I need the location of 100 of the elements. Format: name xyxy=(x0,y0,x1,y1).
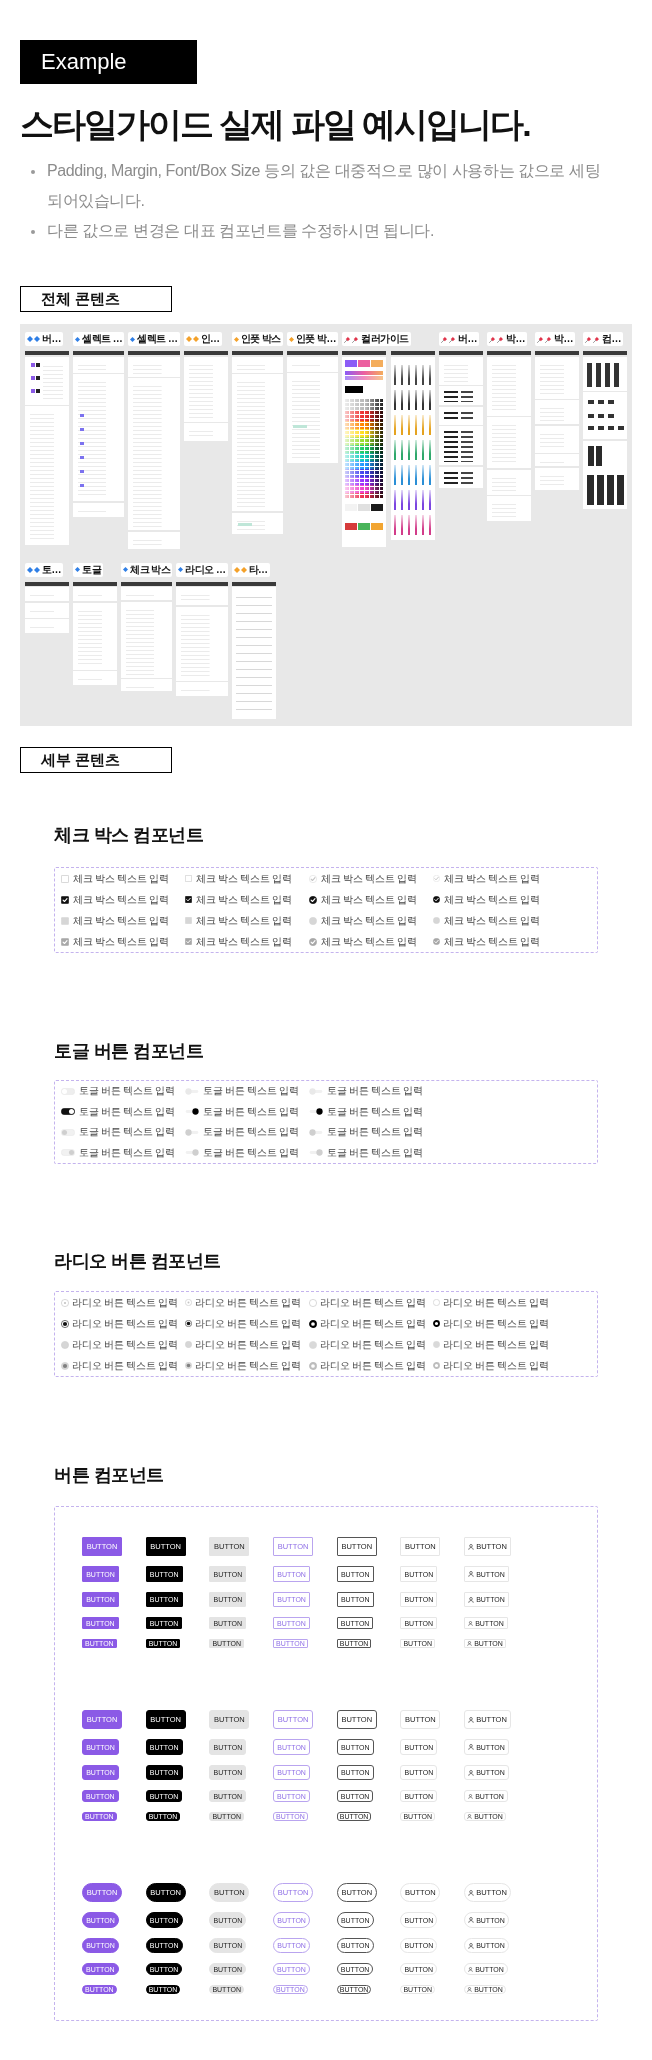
toggle-label: 토글 버튼 텍스트 입력 xyxy=(203,1105,299,1118)
section-label: 세부 콘텐츠 xyxy=(20,747,172,773)
checkbox[interactable] xyxy=(433,896,440,903)
person-icon xyxy=(468,1571,475,1577)
person-icon xyxy=(468,1793,474,1799)
toggle-label: 토글 버튼 텍스트 입력 xyxy=(79,1146,175,1159)
person-icon xyxy=(468,1917,475,1923)
toggle-label: 토글 버튼 텍스트 입력 xyxy=(203,1146,299,1159)
radio-label: 라디오 버튼 텍스트 입력 xyxy=(72,1317,178,1330)
person-icon xyxy=(468,1596,475,1603)
example-label: Example xyxy=(20,40,197,84)
section-heading: 라디오 버튼 컴포넌트 xyxy=(54,1250,222,1273)
checkbox-label: 체크 박스 텍스트 입력 xyxy=(444,872,540,885)
radio-label: 라디오 버튼 텍스트 입력 xyxy=(195,1338,301,1351)
frame-title: 버… xyxy=(42,333,61,345)
radio-label: 라디오 버튼 텍스트 입력 xyxy=(72,1338,178,1351)
frame-title: 타… xyxy=(248,563,268,576)
radio-button[interactable] xyxy=(309,1319,317,1328)
checkbox-label: 체크 박스 텍스트 입력 xyxy=(73,935,169,948)
toggle-switch[interactable] xyxy=(61,1108,75,1116)
checkbox[interactable] xyxy=(61,874,69,883)
checkbox-label: 체크 박스 텍스트 입력 xyxy=(73,872,169,885)
frame-title: 박… xyxy=(554,333,573,345)
toggle-label: 토글 버튼 텍스트 입력 xyxy=(79,1085,175,1098)
checkbox-label: 체크 박스 텍스트 입력 xyxy=(196,893,292,906)
toggle-label: 토글 버튼 텍스트 입력 xyxy=(327,1105,423,1118)
radio-button[interactable] xyxy=(185,1320,192,1327)
radio-label: 라디오 버튼 텍스트 입력 xyxy=(320,1359,426,1372)
frame-title: 박… xyxy=(506,333,525,345)
bullet-icon xyxy=(31,230,35,234)
radio-label: 라디오 버튼 텍스트 입력 xyxy=(443,1338,549,1351)
toggle-label: 토글 버튼 텍스트 입력 xyxy=(79,1126,175,1139)
person-icon xyxy=(467,1814,473,1819)
radio-label: 라디오 버튼 텍스트 입력 xyxy=(195,1296,301,1309)
checkbox[interactable] xyxy=(309,895,317,904)
toggle-label: 토글 버튼 텍스트 입력 xyxy=(79,1105,175,1118)
person-icon xyxy=(468,1543,475,1550)
person-icon xyxy=(468,1716,475,1723)
radio-button[interactable] xyxy=(433,1320,440,1327)
frame-title: 인풋 박스 xyxy=(240,333,281,345)
radio-label: 라디오 버튼 텍스트 입력 xyxy=(443,1317,549,1330)
person-icon xyxy=(468,1966,474,1972)
frame-title: 토… xyxy=(42,563,61,576)
section-label: 전체 콘텐츠 xyxy=(20,286,172,312)
toggle-label: 토글 버튼 텍스트 입력 xyxy=(203,1085,299,1098)
checkbox-label: 체크 박스 텍스트 입력 xyxy=(444,893,540,906)
toggle-label: 토글 버튼 텍스트 입력 xyxy=(327,1085,423,1098)
person-icon xyxy=(467,1987,473,1992)
radio-button[interactable] xyxy=(61,1319,69,1328)
checkbox-label: 체크 박스 텍스트 입력 xyxy=(444,914,540,927)
frame-title: 컬러가이드 xyxy=(361,333,409,345)
toggle-label: 토글 버튼 텍스트 입력 xyxy=(327,1126,423,1139)
frame-title: 토글 xyxy=(82,563,101,576)
frame-preview-drawing xyxy=(25,581,69,633)
radio-label: 라디오 버튼 텍스트 입력 xyxy=(320,1338,426,1351)
radio-label: 라디오 버튼 텍스트 입력 xyxy=(320,1296,426,1309)
radio-label: 라디오 버튼 텍스트 입력 xyxy=(320,1317,426,1330)
person-icon xyxy=(468,1744,475,1750)
checkbox-label: 체크 박스 텍스트 입력 xyxy=(196,914,292,927)
radio-label: 라디오 버튼 텍스트 입력 xyxy=(195,1317,301,1330)
toggle-label: 토글 버튼 텍스트 입력 xyxy=(203,1126,299,1139)
checkbox-label: 체크 박스 텍스트 입력 xyxy=(321,914,417,927)
radio-label: 라디오 버튼 텍스트 입력 xyxy=(72,1296,178,1309)
person-icon xyxy=(468,1942,475,1949)
frame-title: 인풋 박… xyxy=(295,333,337,345)
checkbox[interactable] xyxy=(185,875,192,882)
person-icon xyxy=(467,1641,473,1646)
bullet-icon xyxy=(31,170,35,174)
checkbox-label: 체크 박스 텍스트 입력 xyxy=(321,872,417,885)
section-heading: 버튼 컴포넌트 xyxy=(54,1464,165,1487)
checkbox-label: 체크 박스 텍스트 입력 xyxy=(73,914,169,927)
checkbox-label: 체크 박스 텍스트 입력 xyxy=(321,893,417,906)
frame-title: 체크 박스 xyxy=(130,563,171,576)
section-heading: 체크 박스 컴포넌트 xyxy=(54,824,204,847)
checkbox[interactable] xyxy=(61,895,69,904)
frame-title: 셀렉트 … xyxy=(82,333,123,345)
person-icon xyxy=(468,1620,474,1626)
radio-label: 라디오 버튼 텍스트 입력 xyxy=(72,1359,178,1372)
section-heading: 토글 버튼 컴포넌트 xyxy=(54,1040,204,1063)
frame-title: 셀렉트 … xyxy=(137,333,178,345)
checkbox[interactable] xyxy=(185,896,192,903)
radio-label: 라디오 버튼 텍스트 입력 xyxy=(443,1359,549,1372)
note-text: Padding, Margin, Font/Box Size 등의 값은 대중적으로 많이 사용하는 값으로 세팅 되어있습니다. xyxy=(47,161,602,211)
toggle-switch[interactable] xyxy=(185,1108,199,1116)
page-title: 스타일가이드 실제 파일 예시입니다. xyxy=(20,104,531,145)
checkbox-label: 체크 박스 텍스트 입력 xyxy=(444,935,540,948)
checkbox-label: 체크 박스 텍스트 입력 xyxy=(196,935,292,948)
checkbox-label: 체크 박스 텍스트 입력 xyxy=(321,935,417,948)
frame-title: 버… xyxy=(458,333,477,345)
note-text: 다른 값으로 변경은 대표 컴포넌트를 수정하시면 됩니다. xyxy=(47,221,435,241)
checkbox-label: 체크 박스 텍스트 입력 xyxy=(73,893,169,906)
frame-title: 컴… xyxy=(602,333,621,345)
toggle-switch[interactable] xyxy=(309,1108,323,1116)
person-icon xyxy=(468,1769,475,1776)
radio-label: 라디오 버튼 텍스트 입력 xyxy=(443,1296,549,1309)
checkbox-label: 체크 박스 텍스트 입력 xyxy=(196,872,292,885)
toggle-label: 토글 버튼 텍스트 입력 xyxy=(327,1146,423,1159)
frame-title: 라디오 … xyxy=(185,563,226,576)
person-icon xyxy=(468,1889,475,1896)
radio-label: 라디오 버튼 텍스트 입력 xyxy=(195,1359,301,1372)
